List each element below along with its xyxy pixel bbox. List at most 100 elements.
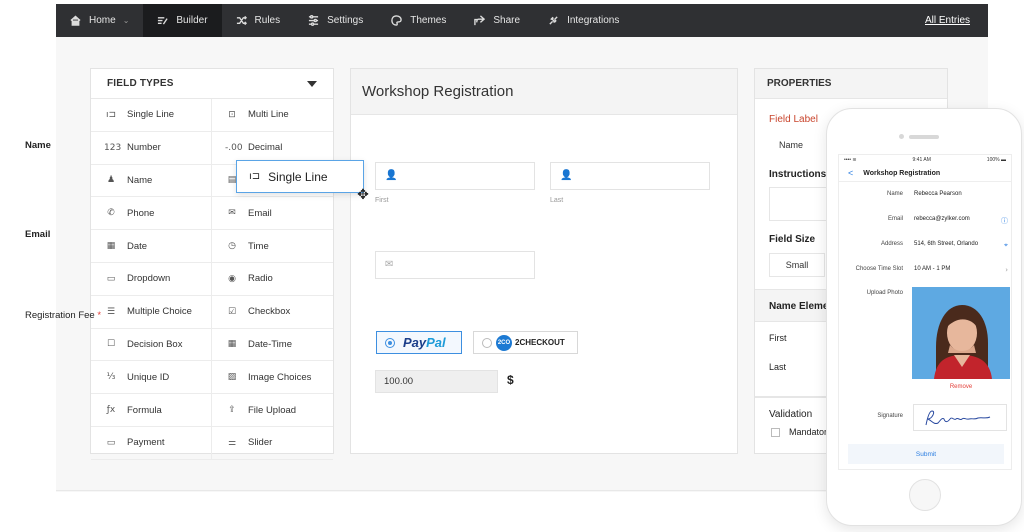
field-type-label: Phone <box>127 207 155 219</box>
signature-scribble <box>925 410 991 426</box>
field-type-number[interactable]: 123 Number <box>91 131 212 165</box>
name-element-last[interactable]: Last <box>769 362 786 372</box>
move-cursor-icon: ✥ <box>357 187 369 203</box>
radio-selected[interactable] <box>385 337 395 348</box>
first-name-input[interactable]: 👤 <box>375 162 535 190</box>
field-type-name[interactable]: ♟ Name <box>91 164 212 198</box>
2checkout-option[interactable]: 2CO 2CHECKOUT <box>473 331 578 354</box>
share-icon <box>474 15 486 26</box>
nav-rules[interactable]: Rules <box>222 4 295 37</box>
field-type-label: Single Line <box>127 109 175 121</box>
field-type-icon: ⚌ <box>227 437 237 448</box>
last-name-input[interactable]: 👤 <box>550 162 710 190</box>
field-type-date-time[interactable]: ▦ Date-Time <box>212 329 333 362</box>
field-type-email[interactable]: ✉ Email <box>212 197 333 231</box>
form-title[interactable]: Workshop Registration <box>351 69 737 115</box>
mandatory-checkbox[interactable] <box>771 428 780 437</box>
field-type-formula[interactable]: ƒx Formula <box>91 394 212 427</box>
phone-screen: •••• ≋ 9:41 AM 100% ▬ < Workshop Registr… <box>838 154 1012 470</box>
shuffle-icon <box>236 15 247 26</box>
field-type-label: Dropdown <box>127 273 171 285</box>
status-bar: •••• ≋ 9:41 AM 100% ▬ <box>839 155 1011 165</box>
dragged-field-single-line[interactable]: ı⊐ Single Line <box>236 160 364 193</box>
email-field-label: Email <box>25 229 51 240</box>
instructions-label: Instructions <box>769 169 827 180</box>
nav-integrations[interactable]: Integrations <box>534 4 633 37</box>
field-type-radio[interactable]: ◉ Radio <box>212 263 333 296</box>
mobile-row-key: Upload Photo <box>866 290 903 296</box>
name-element-first[interactable]: First <box>769 333 787 343</box>
nav-themes[interactable]: Themes <box>377 4 460 37</box>
location-pin-icon: ⌖ <box>1004 241 1008 249</box>
field-type-date[interactable]: ▦ Date <box>91 230 212 263</box>
back-icon[interactable]: < <box>848 168 853 178</box>
field-type-image-choices[interactable]: ▨ Image Choices <box>212 361 333 395</box>
uploaded-photo[interactable] <box>912 287 1010 379</box>
all-entries-link[interactable]: All Entries <box>925 15 970 26</box>
field-type-icon: ✆ <box>107 208 115 219</box>
field-type-label: Slider <box>248 437 273 449</box>
currency-symbol: $ <box>507 373 514 387</box>
field-type-label: Name <box>127 174 153 186</box>
field-type-dropdown[interactable]: ▭ Dropdown <box>91 262 212 296</box>
paypal-logo: PayPal <box>403 335 446 350</box>
field-type-payment[interactable]: ▭ Payment <box>91 426 212 460</box>
nav-share[interactable]: Share <box>460 4 534 37</box>
field-type-label: File Upload <box>248 404 297 416</box>
field-size-label: Field Size <box>769 234 816 245</box>
fee-label: Registration Fee * <box>25 310 101 321</box>
submit-button[interactable]: Submit <box>848 444 1004 464</box>
radio-unselected[interactable] <box>482 337 492 348</box>
palette-icon <box>391 15 403 26</box>
settings-icon <box>309 15 319 26</box>
nav-home[interactable]: Home ⌄ <box>56 4 143 37</box>
field-type-icon: ◷ <box>228 241 236 252</box>
mobile-row-key: Name <box>886 191 903 197</box>
field-type-file-upload[interactable]: ⇪ File Upload <box>212 394 333 427</box>
field-type-label: Checkbox <box>248 306 291 318</box>
field-types-header[interactable]: FIELD TYPES <box>91 69 333 99</box>
envelope-icon: ✉ <box>385 259 394 270</box>
field-type-icon: ı⊐ <box>105 109 117 120</box>
field-type-slider[interactable]: ⚌ Slider <box>212 427 333 460</box>
field-type-label: Date <box>127 240 148 252</box>
field-type-label: Image Choices <box>248 371 312 383</box>
2checkout-label: 2CHECKOUT <box>515 338 565 347</box>
field-type-multiple-choice[interactable]: ☰ Multiple Choice <box>91 295 212 329</box>
field-type-single-line[interactable]: ı⊐ Single Line <box>91 99 212 132</box>
phone-speaker <box>909 135 939 139</box>
field-type-label: Date-Time <box>248 338 292 350</box>
field-type-decision-box[interactable]: ☐ Decision Box <box>91 328 212 362</box>
remove-photo-link[interactable]: Remove <box>912 384 1010 390</box>
mobile-row-value: Rebecca Pearson <box>914 191 962 197</box>
chevron-right-icon: › <box>1005 266 1008 274</box>
paypal-option[interactable]: PayPal <box>376 331 462 354</box>
collapse-caret-icon[interactable] <box>307 80 317 87</box>
field-type-icon: ▭ <box>106 437 116 448</box>
battery-indicator: 100% ▬ <box>986 157 1006 163</box>
nav-home-label: Home <box>89 15 116 26</box>
nav-integrations-label: Integrations <box>567 15 620 26</box>
nav-settings[interactable]: Settings <box>294 4 377 37</box>
size-small-option[interactable]: Small <box>769 253 825 277</box>
nav-builder[interactable]: Builder <box>143 4 222 37</box>
field-type-multi-line[interactable]: ⊡ Multi Line <box>212 99 333 132</box>
name-elements-label: Name Eleme <box>769 301 829 312</box>
field-label-label: Field Label <box>769 114 818 125</box>
field-type-phone[interactable]: ✆ Phone <box>91 197 212 231</box>
field-types-title: FIELD TYPES <box>107 78 174 89</box>
signature-box[interactable] <box>913 404 1007 431</box>
builder-icon <box>158 17 169 25</box>
nav-builder-label: Builder <box>176 15 208 26</box>
field-type-icon: ☰ <box>106 306 116 317</box>
field-type-label: Time <box>248 240 269 252</box>
field-type-checkbox[interactable]: ☑ Checkbox <box>212 296 333 329</box>
field-types-panel: FIELD TYPES ı⊐ Single Line ⊡ Multi Line 123 N… <box>90 68 334 460</box>
amount-input[interactable]: 100.00 <box>375 370 498 393</box>
field-type-unique-id[interactable]: ⅓ Unique ID <box>91 361 212 395</box>
field-type-time[interactable]: ◷ Time <box>212 230 333 263</box>
nav-settings-label: Settings <box>327 15 364 26</box>
portrait-image <box>912 287 1010 379</box>
required-mark: * <box>97 310 102 321</box>
email-input[interactable]: ✉ <box>375 251 535 279</box>
